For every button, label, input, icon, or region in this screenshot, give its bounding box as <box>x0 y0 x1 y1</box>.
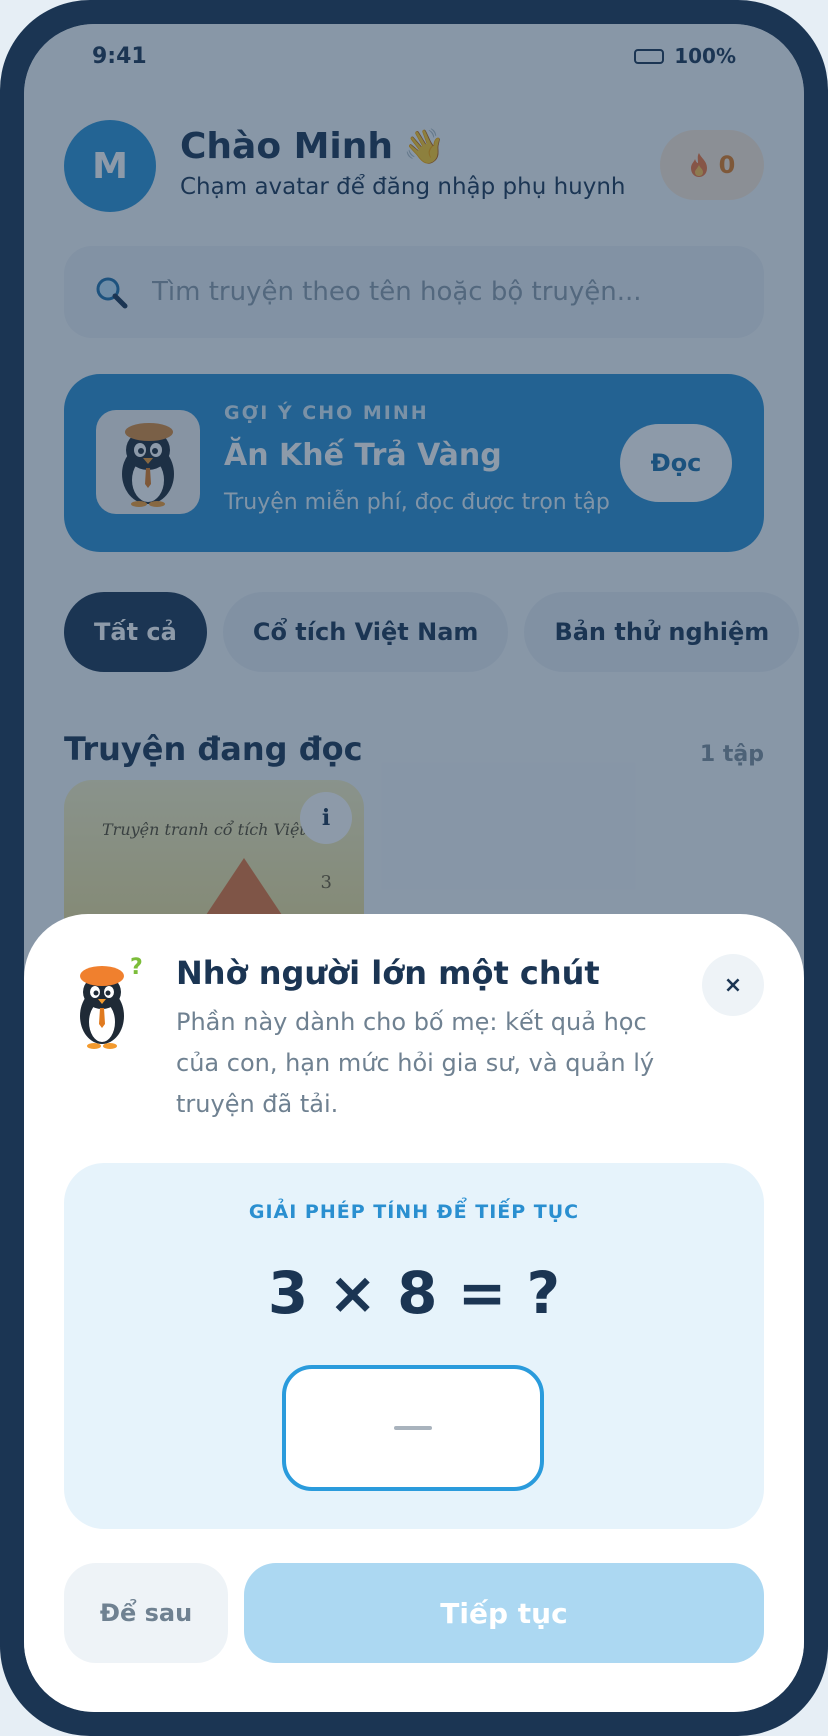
close-button[interactable]: × <box>702 954 764 1016</box>
sheet-description: Phần này dành cho bố mẹ: kết quả học của… <box>176 1008 655 1118</box>
continue-button[interactable]: Tiếp tục <box>244 1563 764 1663</box>
quiz-instruction: GIẢI PHÉP TÍNH ĐỂ TIẾP TỤC <box>248 1201 580 1223</box>
app-screen: 9:41 100% M Chào Minh 👋 Chạm avatar để đ… <box>24 24 804 1712</box>
answer-field[interactable] <box>282 1365 544 1491</box>
phone-frame: 9:41 100% M Chào Minh 👋 Chạm avatar để đ… <box>0 0 828 1736</box>
svg-text:?: ? <box>130 955 143 980</box>
sheet-title: Nhờ người lớn một chút <box>176 954 600 992</box>
parent-gate-sheet: ? Nhờ người lớn một chút Phần này dành c… <box>24 914 804 1712</box>
math-equation: 3 × 8 = ? <box>267 1259 561 1327</box>
answer-input[interactable] <box>286 1369 544 1489</box>
math-challenge: GIẢI PHÉP TÍNH ĐỂ TIẾP TỤC 3 × 8 = ? <box>64 1163 764 1529</box>
penguin-question-icon: ? <box>80 955 143 1049</box>
later-button[interactable]: Để sau <box>64 1563 228 1663</box>
